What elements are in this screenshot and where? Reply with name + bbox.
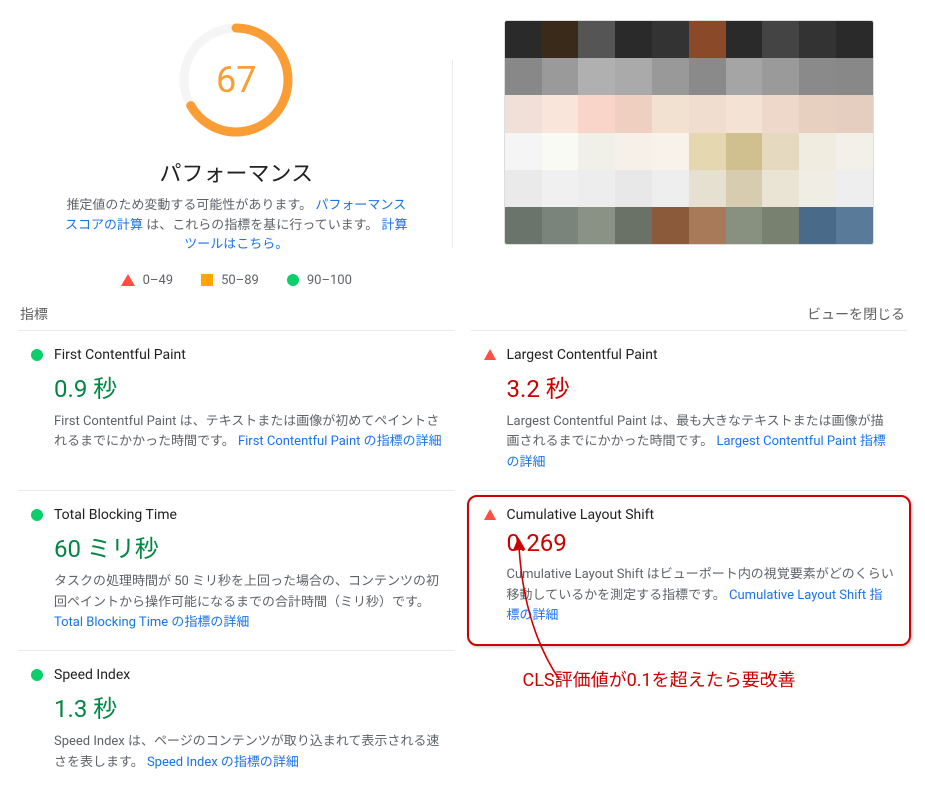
metrics-header: 指標 ビューを閉じる: [0, 288, 925, 330]
legend-bad-label: 0–49: [143, 273, 173, 288]
status-bad-icon: [483, 509, 497, 520]
legend-good-label: 90–100: [307, 273, 352, 288]
metric-fcp-title: First Contentful Paint: [54, 347, 186, 363]
circle-green-icon: [287, 274, 299, 286]
metric-lcp-desc: Largest Contentful Paint は、最も大きなテキストまたは画…: [507, 412, 896, 474]
metric-tbt: Total Blocking Time 60 ミリ秒 タスクの処理時間が 50 …: [18, 490, 455, 650]
annotation-text: CLS評価値が0.1を超えたら要改善: [483, 666, 896, 692]
metric-cls-value: 0.269: [507, 529, 896, 557]
metric-si-desc: Speed Index は、ページのコンテンツが取り込まれて表示される速さを表し…: [54, 732, 443, 774]
metric-tbt-value: 60 ミリ秒: [54, 529, 443, 564]
status-bad-icon: [483, 349, 497, 360]
performance-gauge-panel: 67 パフォーマンス 推定値のため変動する可能性があります。 パフォーマンス ス…: [20, 20, 453, 288]
triangle-red-icon: [121, 274, 135, 286]
metric-fcp-value: 0.9 秒: [54, 369, 443, 404]
metric-fcp-desc: First Contentful Paint は、テキストまたは画像が初めてペイ…: [54, 412, 443, 454]
status-good-icon: [30, 349, 44, 361]
legend-bad: 0–49: [121, 273, 173, 288]
page-screenshot-thumbnail: [504, 20, 874, 245]
legend-mid: 50–89: [201, 273, 259, 288]
square-orange-icon: [201, 274, 213, 286]
metric-cls-title: Cumulative Layout Shift: [507, 507, 655, 523]
metric-cls-desc: Cumulative Layout Shift はビューポート内の視覚要素がどの…: [507, 565, 896, 627]
metric-si-value: 1.3 秒: [54, 689, 443, 724]
metrics-grid: First Contentful Paint 0.9 秒 First Conte…: [0, 330, 925, 790]
metric-fcp: First Contentful Paint 0.9 秒 First Conte…: [18, 330, 455, 490]
performance-score: 67: [176, 20, 296, 140]
metric-cls: Cumulative Layout Shift 0.269 Cumulative…: [471, 490, 908, 650]
perf-sub-text: 推定値のため変動する可能性があります。: [66, 198, 312, 213]
score-legend: 0–49 50–89 90–100: [20, 273, 453, 288]
metric-tbt-link[interactable]: Total Blocking Time の指標の詳細: [54, 615, 249, 630]
legend-mid-label: 50–89: [221, 273, 259, 288]
metric-tbt-desc-text: タスクの処理時間が 50 ミリ秒を上回った場合の、コンテンツの初回ペイントから操…: [54, 574, 439, 610]
close-view-button[interactable]: ビューを閉じる: [807, 304, 905, 324]
metric-si-link[interactable]: Speed Index の指標の詳細: [147, 755, 299, 770]
metric-si: Speed Index 1.3 秒 Speed Index は、ページのコンテン…: [18, 650, 455, 790]
summary-section: 67 パフォーマンス 推定値のため変動する可能性があります。 パフォーマンス ス…: [0, 0, 925, 288]
metric-si-title: Speed Index: [54, 667, 130, 683]
metric-tbt-title: Total Blocking Time: [54, 507, 177, 523]
metrics-heading: 指標: [20, 304, 48, 324]
status-good-icon: [30, 509, 44, 521]
screenshot-panel: [453, 20, 906, 288]
metric-fcp-link[interactable]: First Contentful Paint の指標の詳細: [238, 434, 442, 449]
perf-sub-text2: は、これらの指標を基に行っています。: [146, 218, 378, 233]
status-good-icon: [30, 669, 44, 681]
metric-lcp-title: Largest Contentful Paint: [507, 347, 658, 363]
annotation-cell: CLS評価値が0.1を超えたら要改善: [471, 650, 908, 790]
legend-good: 90–100: [287, 273, 352, 288]
performance-description: 推定値のため変動する可能性があります。 パフォーマンス スコアの計算 は、これら…: [60, 196, 413, 255]
metric-lcp-value: 3.2 秒: [507, 369, 896, 404]
metric-tbt-desc: タスクの処理時間が 50 ミリ秒を上回った場合の、コンテンツの初回ペイントから操…: [54, 572, 443, 634]
performance-title: パフォーマンス: [20, 156, 453, 188]
metric-lcp: Largest Contentful Paint 3.2 秒 Largest C…: [471, 330, 908, 490]
performance-gauge: 67: [176, 20, 296, 140]
